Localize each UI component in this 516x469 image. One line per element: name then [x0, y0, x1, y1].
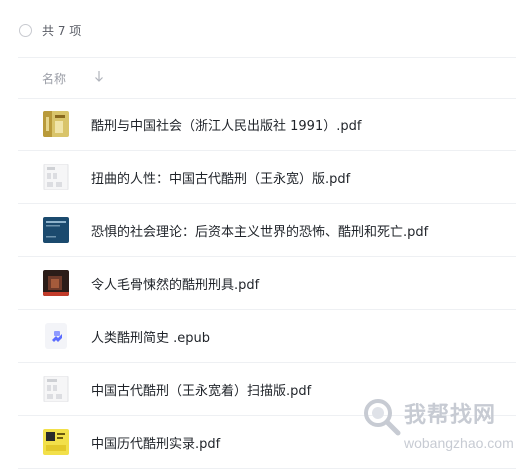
book-cover-gold-thumbnail: [43, 111, 69, 137]
file-row[interactable]: 扭曲的人性：中国古代酷刑（王永宽）版.pdf: [18, 151, 516, 204]
document-page-thumbnail: [43, 376, 69, 402]
sort-arrow-down-icon[interactable]: [94, 69, 104, 83]
file-name: 人类酷刑简史 .epub: [91, 331, 211, 346]
site-watermark: 我帮找网 wobangzhao.com: [360, 395, 516, 463]
column-header: 名称: [18, 57, 516, 99]
file-name: 恐惧的社会理论：后资本主义世界的恐怖、酷刑和死亡.pdf: [91, 225, 429, 240]
file-name: 酷刑与中国社会（浙江人民出版社 1991）.pdf: [91, 119, 362, 134]
file-name: 中国历代酷刑实录.pdf: [91, 437, 221, 452]
magnifier-icon: [364, 399, 401, 436]
book-cover-dark-thumbnail: [43, 270, 69, 296]
file-row[interactable]: 令人毛骨悚然的酷刑刑具.pdf: [18, 257, 516, 310]
book-cover-yellow-thumbnail: [43, 429, 69, 455]
file-row[interactable]: 人类酷刑简史 .epub: [18, 310, 516, 363]
file-row[interactable]: 恐惧的社会理论：后资本主义世界的恐怖、酷刑和死亡.pdf: [18, 204, 516, 257]
file-name: 中国古代酷刑（王永宽着）扫描版.pdf: [91, 384, 312, 399]
name-column-header[interactable]: 名称: [42, 70, 66, 87]
file-row[interactable]: 酷刑与中国社会（浙江人民出版社 1991）.pdf: [18, 98, 516, 151]
watermark-text-en: wobangzhao.com: [404, 435, 514, 451]
document-page-thumbnail: [43, 164, 69, 190]
list-toolbar: 共 7 项: [0, 0, 516, 60]
select-all-checkbox[interactable]: [19, 24, 32, 37]
file-name: 扭曲的人性：中国古代酷刑（王永宽）版.pdf: [91, 172, 351, 187]
epub-file-icon: [43, 323, 69, 349]
item-count: 共 7 项: [42, 24, 82, 38]
file-name: 令人毛骨悚然的酷刑刑具.pdf: [91, 278, 260, 293]
watermark-text-cn: 我帮找网: [404, 403, 497, 428]
book-cover-blue-thumbnail: [43, 217, 69, 243]
